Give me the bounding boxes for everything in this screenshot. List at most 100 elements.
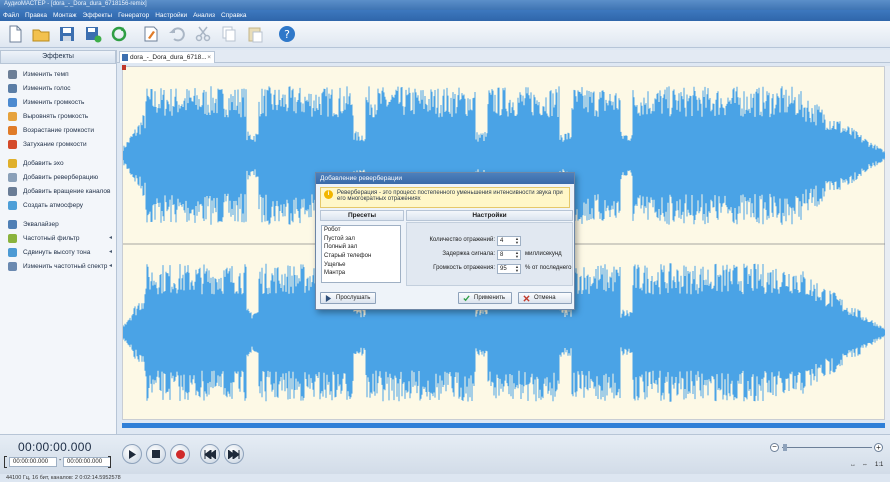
effect-label: Изменить голос [23,84,71,92]
effects-panel-title: Эффекты [0,50,116,64]
reflection-volume-row: Громкость отражения: 95 ▲ ▼ % от последнег… [407,264,572,274]
fast-forward-button[interactable] [224,444,244,464]
save-icon[interactable] [56,23,78,45]
menu-help[interactable]: Справка [221,12,247,19]
preset-item[interactable]: Старый телефон [322,252,400,261]
check-icon [463,294,470,301]
fit-all-icon[interactable]: ⇔ [862,462,868,468]
cancel-button[interactable]: Отмена [518,292,572,304]
record-button[interactable] [170,444,190,464]
signal-delay-row: Задержка сигнала: 8 ▲ ▼ миллисекунд [407,250,572,260]
effect-icon [8,219,17,229]
spinner-arrows-icon[interactable]: ▲ ▼ [515,251,519,259]
reflection-volume-input[interactable]: 95 ▲ ▼ [497,264,521,274]
dialog-title: Добавление реверберации [316,173,574,184]
undo-icon[interactable] [166,23,188,45]
edit-icon[interactable] [140,23,162,45]
effect-item[interactable]: Изменить темп [0,67,116,81]
preset-item[interactable]: Полный зал [322,243,400,252]
menu-edit[interactable]: Правка [25,12,47,19]
effect-item[interactable]: Создать атмосферу [0,198,116,212]
menu-analysis[interactable]: Анализ [193,12,215,19]
zoom-slider[interactable] [782,447,872,448]
preset-item[interactable]: Пустой зал [322,235,400,244]
effect-item[interactable]: Эквалайзер [0,217,116,231]
effect-item[interactable]: Изменить голос [0,81,116,95]
cut-icon[interactable] [192,23,214,45]
file-tab[interactable]: dora_-_Dora_dura_6718... × [119,51,215,63]
effect-item[interactable]: Добавить реверберацию [0,170,116,184]
effect-item[interactable]: Частотный фильтр ◂ [0,231,116,245]
vertical-scrollbar[interactable] [885,66,890,420]
save-as-icon[interactable] [82,23,104,45]
effect-item[interactable]: Выровнять громкость [0,109,116,123]
paste-icon[interactable] [244,23,266,45]
effect-label: Добавить реверберацию [23,173,99,181]
effect-item[interactable]: Добавить вращение каналов [0,184,116,198]
expand-arrow-icon[interactable]: ◂ [109,248,112,255]
effect-icon [8,139,17,149]
effect-item[interactable]: Возрастание громкости [0,123,116,137]
menu-montage[interactable]: Монтаж [53,12,77,19]
preset-item[interactable]: Ущелье [322,261,400,270]
effect-icon [8,69,17,79]
close-tab-icon[interactable]: × [207,52,211,63]
play-button[interactable] [122,444,142,464]
reflections-count-input[interactable]: 4 ▲ ▼ [497,236,521,246]
zoom-slider-thumb[interactable] [783,444,787,451]
new-file-icon[interactable] [4,23,26,45]
window-title: АудиоМАСТЕР - [dora_-_Dora_dura_6718156-… [4,1,147,7]
reflection-volume-unit: % от последнего [525,265,572,271]
signal-delay-input[interactable]: 8 ▲ ▼ [497,250,521,260]
effect-item[interactable]: Сдвинуть высоту тона ◂ [0,245,116,259]
effects-list: Изменить темп Изменить голос Изменить гром… [0,67,116,273]
menu-effects[interactable]: Эффекты [83,12,113,19]
file-tab-label: dora_-_Dora_dura_6718... [130,54,207,61]
preset-item[interactable]: Мантра [322,269,400,278]
rewind-button[interactable] [200,444,220,464]
file-tab-bar: dora_-_Dora_dura_6718... × [117,50,890,63]
timeline-scrollbar[interactable] [122,423,885,428]
menu-settings[interactable]: Настройки [155,12,187,19]
copy-icon[interactable] [218,23,240,45]
spinner-arrows-icon[interactable]: ▲ ▼ [515,265,519,273]
refresh-icon[interactable] [108,23,130,45]
open-folder-icon[interactable] [30,23,52,45]
range-dash: - [59,457,62,464]
effect-label: Сдвинуть высоту тона [23,248,91,256]
effect-label: Выровнять громкость [23,112,89,120]
effect-label: Возрастание громкости [23,126,94,134]
help-icon[interactable]: ? [276,23,298,45]
effect-icon [8,111,17,121]
window-title-bar: АудиоМАСТЕР - [dora_-_Dora_dura_6718156-… [0,0,890,10]
selection-start-field[interactable]: 00:00:00.000 [9,457,57,467]
svg-text:?: ? [284,28,290,41]
listen-button[interactable]: Прослушать [320,292,376,304]
menu-file[interactable]: Файл [3,12,19,19]
selection-end-field[interactable]: 00:00:00.000 [63,457,111,467]
fit-width-icon[interactable]: ↔ [850,462,856,468]
playhead-marker[interactable] [122,65,126,70]
effect-item[interactable]: Изменить частотный спектр ◂ [0,259,116,273]
expand-arrow-icon[interactable]: ◂ [109,262,112,269]
zoom-in-icon[interactable]: + [874,443,883,452]
effect-icon [8,83,17,93]
menu-generator[interactable]: Генератор [118,12,149,19]
effects-panel: Эффекты Изменить темп Изменить голос Измен… [0,50,117,434]
effect-item[interactable]: Затухание громкости [0,137,116,151]
effect-item[interactable]: Добавить эхо [0,156,116,170]
effect-icon [8,200,17,210]
zoom-out-icon[interactable]: − [770,443,779,452]
expand-arrow-icon[interactable]: ◂ [109,234,112,241]
stop-button[interactable] [146,444,166,464]
spinner-arrows-icon[interactable]: ▲ ▼ [515,237,519,245]
signal-delay-unit: миллисекунд [525,251,562,257]
effect-label: Затухание громкости [23,140,87,148]
left-bracket [4,456,7,468]
zoom-ratio[interactable]: 1:1 [875,462,883,468]
apply-button[interactable]: Применить [458,292,512,304]
preset-item[interactable]: Робот [322,226,400,235]
effect-label: Изменить громкость [23,98,85,106]
effect-item[interactable]: Изменить громкость [0,95,116,109]
effect-icon [8,261,17,271]
